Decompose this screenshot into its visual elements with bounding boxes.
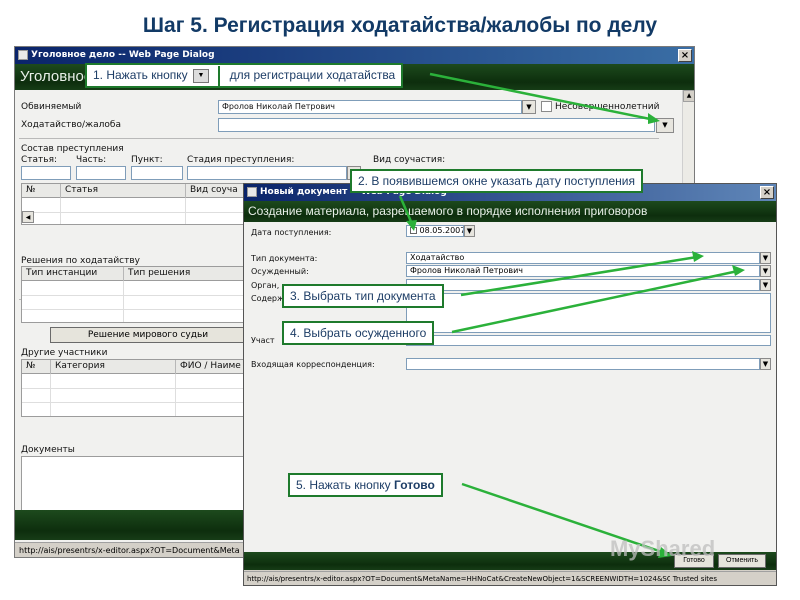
separator	[19, 138, 659, 139]
grid-line	[22, 388, 245, 389]
part-input[interactable]	[76, 166, 126, 180]
minor-label: Несовершеннолетний	[555, 102, 660, 112]
crime-table-header: № Статья Вид соуча	[22, 184, 245, 198]
minor-checkbox[interactable]	[541, 101, 552, 112]
organ-field[interactable]	[406, 279, 760, 291]
incoming-field[interactable]	[406, 358, 760, 370]
content-textarea[interactable]	[406, 293, 771, 333]
window2-header: Создание материала, разрешаемого в поряд…	[244, 201, 776, 222]
doc-type-label: Тип документа:	[251, 254, 318, 263]
participants-table-header: № Категория ФИО / Наиме	[22, 360, 245, 374]
grid-line	[123, 281, 124, 322]
article-input[interactable]	[21, 166, 71, 180]
crime-col-number: №	[26, 185, 36, 195]
grid-line	[22, 295, 245, 296]
callout-step-3: 3. Выбрать тип документа	[282, 284, 444, 308]
cancel-button[interactable]: Отменить	[718, 554, 766, 568]
petition-field[interactable]	[218, 118, 655, 132]
magistrate-decision-button[interactable]: Решение мирового судьи	[50, 327, 246, 343]
doc-type-field[interactable]: Ходатайство	[406, 252, 760, 264]
callout-1-suffix: для регистрации ходатайства	[229, 68, 396, 82]
decisions-table: Тип инстанции Тип решения	[21, 266, 246, 323]
date-field[interactable]: 08.05.2007	[406, 225, 464, 237]
grid-line	[175, 374, 176, 416]
point-input[interactable]	[131, 166, 183, 180]
decisions-col-instance: Тип инстанции	[26, 268, 98, 278]
grid-line	[22, 309, 245, 310]
window-icon	[247, 187, 257, 197]
scroll-up-arrow[interactable]: ▲	[683, 90, 694, 102]
complicity-label: Вид соучастия:	[373, 155, 446, 165]
callout-step-1: 1. Нажать кнопку ▼ для регистрации ходат…	[85, 63, 404, 88]
callout-step-5: 5. Нажать кнопку Готово	[288, 473, 443, 497]
point-label: Пункт:	[131, 155, 163, 165]
callout-1-prefix: 1. Нажать кнопку	[93, 68, 188, 82]
decisions-table-header: Тип инстанции Тип решения	[22, 267, 245, 281]
participants-col-name: ФИО / Наиме	[175, 360, 241, 374]
crime-col-article: Статья	[60, 184, 98, 198]
participant-label: Участ	[251, 336, 275, 345]
grid-line	[50, 374, 51, 416]
window2-form: Дата поступления: 08.05.2007 ▼ Тип докум…	[244, 222, 776, 552]
callout-divider	[218, 65, 226, 86]
participants-table: № Категория ФИО / Наиме	[21, 359, 246, 417]
dropdown-icon: ▼	[192, 68, 209, 83]
convicted-dropdown-button[interactable]: ▼	[760, 265, 771, 277]
new-document-dialog: Новый документ -- Web Page Dialog × Созд…	[243, 183, 777, 586]
date-value: 08.05.2007	[419, 226, 464, 235]
callout-5-bold: Готово	[393, 478, 435, 492]
accused-label: Обвиняемый	[21, 102, 82, 112]
participant-field[interactable]	[406, 335, 771, 346]
organ-label: Орган,	[251, 281, 280, 290]
article-label: Статья:	[21, 155, 58, 165]
crime-composition-label: Состав преступления	[21, 144, 124, 154]
window1-titlebar: Уголовное дело -- Web Page Dialog ×	[15, 47, 694, 64]
date-label: Дата поступления:	[251, 228, 332, 237]
grid-line	[22, 402, 245, 403]
callout-5-prefix: 5. Нажать кнопку	[296, 478, 391, 492]
watermark: MyShared	[610, 536, 716, 561]
decisions-label: Решения по ходатайству	[21, 256, 140, 266]
content-label: Содерж	[251, 294, 285, 303]
grid-line	[60, 198, 61, 224]
participants-col-category: Категория	[50, 360, 105, 374]
close-icon[interactable]: ×	[678, 49, 692, 62]
callout-step-2: 2. В появившемся окне указать дату посту…	[350, 169, 643, 193]
organ-dropdown-button[interactable]: ▼	[760, 279, 771, 291]
convicted-label: Осужденный:	[251, 267, 309, 276]
crime-col-complicity: Вид соуча	[185, 184, 238, 198]
other-participants-label: Другие участники	[21, 348, 108, 358]
petition-label: Ходатайство/жалоба	[21, 120, 121, 130]
window2-statusbar: http://ais/presentrs/x-editor.aspx?OT=Do…	[244, 571, 776, 585]
window2-status-url: http://ais/presentrs/x-editor.aspx?OT=Do…	[247, 575, 674, 583]
date-dropdown-button[interactable]: ▼	[464, 225, 475, 237]
petition-register-button[interactable]: ▼	[656, 118, 674, 133]
part-label: Часть:	[76, 155, 107, 165]
convicted-field[interactable]: Фролов Николай Петрович	[406, 265, 760, 277]
participants-col-number: №	[26, 361, 36, 371]
trusted-sites-label: Trusted sites	[669, 572, 717, 585]
date-checkbox[interactable]	[410, 227, 417, 234]
documents-area[interactable]	[21, 456, 246, 516]
grid-line	[185, 198, 186, 224]
window1-title: Уголовное дело -- Web Page Dialog	[31, 50, 215, 60]
crime-table: № Статья Вид соуча ◀	[21, 183, 246, 225]
incoming-dropdown-button[interactable]: ▼	[760, 358, 771, 370]
grid-line	[22, 212, 245, 213]
accused-dropdown-button[interactable]: ▼	[522, 100, 536, 114]
slide-title: Шаг 5. Регистрация ходатайства/жалобы по…	[142, 14, 658, 37]
stage-label: Стадия преступления:	[187, 155, 295, 165]
doc-type-dropdown-button[interactable]: ▼	[760, 252, 771, 264]
decisions-col-type: Тип решения	[123, 267, 190, 281]
scroll-left-arrow[interactable]: ◀	[22, 211, 34, 223]
window-icon	[18, 50, 28, 60]
incoming-label: Входящая корреспонденция:	[251, 360, 375, 369]
documents-label: Документы	[21, 445, 75, 455]
stage-select[interactable]	[187, 166, 347, 180]
close-icon[interactable]: ×	[760, 186, 774, 199]
callout-step-4: 4. Выбрать осужденного	[282, 321, 435, 345]
accused-field[interactable]: Фролов Николай Петрович	[218, 100, 522, 114]
